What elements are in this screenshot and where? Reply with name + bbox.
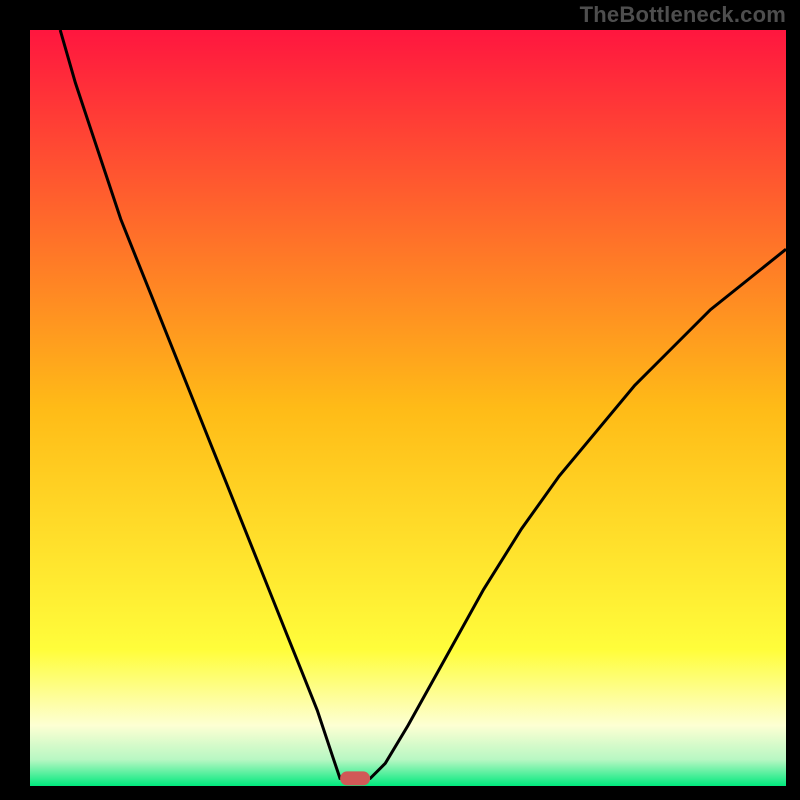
optimal-marker [340, 771, 370, 785]
watermark-label: TheBottleneck.com [580, 2, 786, 28]
chart-container: TheBottleneck.com [0, 0, 800, 800]
chart-plot-area [30, 30, 786, 786]
bottleneck-chart [0, 0, 800, 800]
